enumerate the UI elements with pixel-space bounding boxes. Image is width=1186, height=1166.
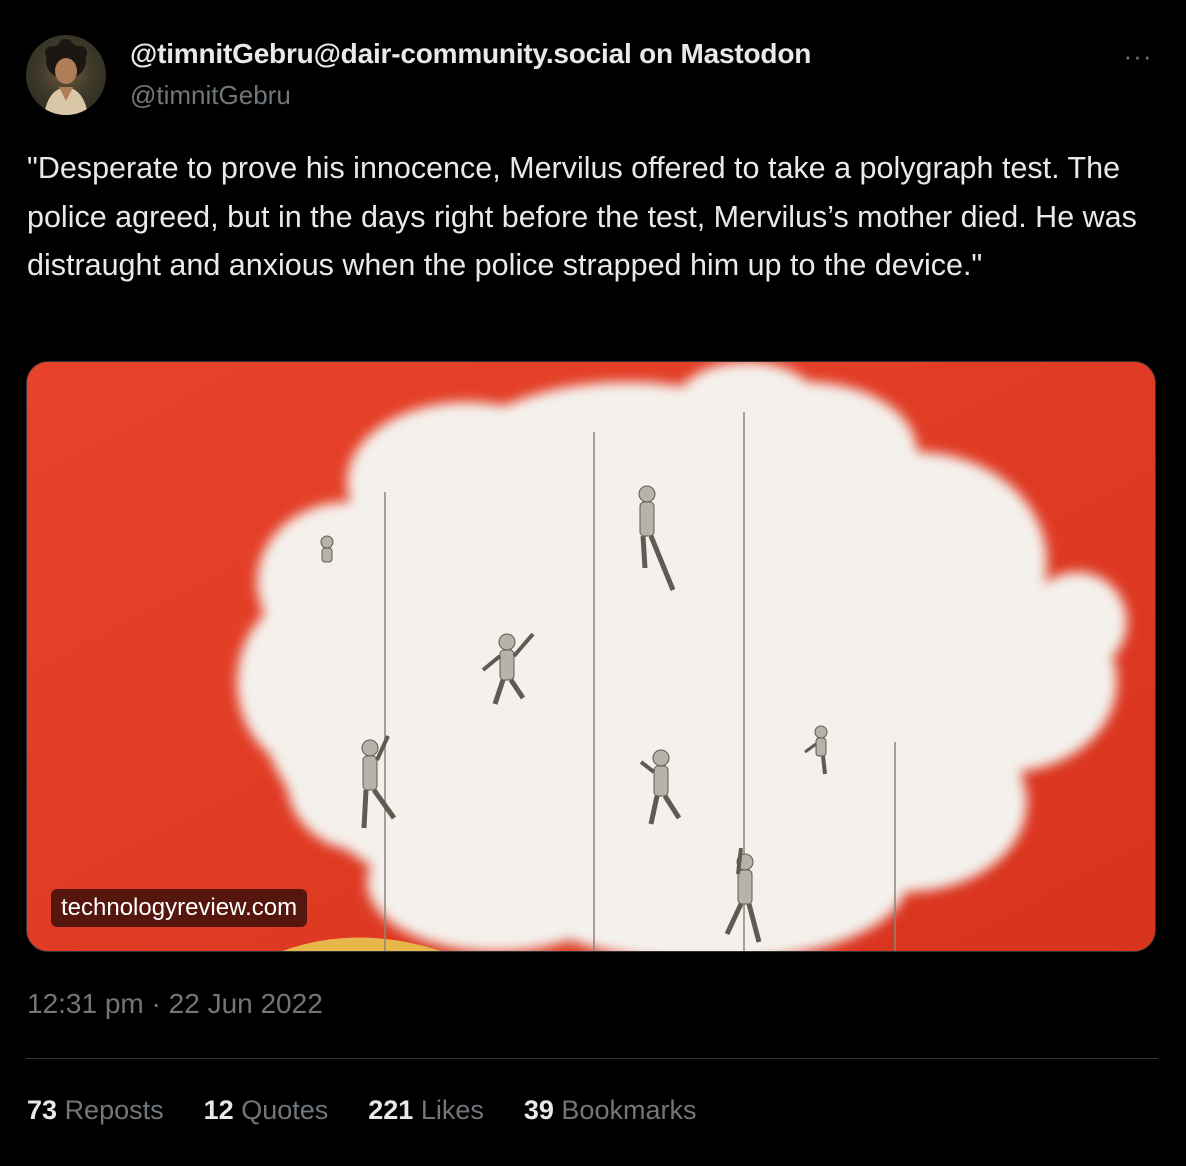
link-card-image[interactable] [26, 361, 1156, 952]
bookmarks-count: 39 [523, 1095, 554, 1125]
quotes-stat[interactable]: 12 Quotes [204, 1095, 329, 1126]
likes-stat[interactable]: 221 Likes [368, 1095, 484, 1126]
reposts-label: Reposts [64, 1095, 164, 1125]
quotes-label: Quotes [241, 1095, 329, 1125]
tweet-timestamp[interactable]: 12:31 pm · 22 Jun 2022 [27, 988, 323, 1020]
likes-count: 221 [368, 1095, 414, 1125]
avatar[interactable] [26, 35, 106, 115]
reposts-count: 73 [27, 1095, 58, 1125]
engagement-stats: 73 Reposts 12 Quotes 221 Likes 39 Bookma… [27, 1095, 696, 1126]
illustration-clouds-climbers-icon [27, 362, 1155, 951]
timestamp-separator: · [151, 988, 161, 1019]
more-horizontal-icon: ··· [1123, 40, 1153, 71]
quotes-count: 12 [203, 1095, 234, 1125]
tweet-time: 12:31 pm [27, 988, 144, 1019]
reposts-stat[interactable]: 73 Reposts [27, 1095, 164, 1126]
likes-label: Likes [420, 1095, 484, 1125]
tweet-text: "Desperate to prove his innocence, Mervi… [27, 151, 1137, 282]
bookmarks-label: Bookmarks [561, 1095, 697, 1125]
author-display-name[interactable]: @timnitGebru@dair-community.social on Ma… [130, 38, 811, 70]
bookmarks-stat[interactable]: 39 Bookmarks [524, 1095, 697, 1126]
more-options-button[interactable]: ··· [1118, 36, 1158, 76]
tweet-date: 22 Jun 2022 [168, 988, 323, 1019]
author-handle[interactable]: @timnitGebru [130, 80, 291, 111]
profile-photo-icon [44, 39, 88, 115]
divider [26, 1058, 1158, 1059]
link-domain-badge[interactable]: technologyreview.com [51, 889, 308, 927]
